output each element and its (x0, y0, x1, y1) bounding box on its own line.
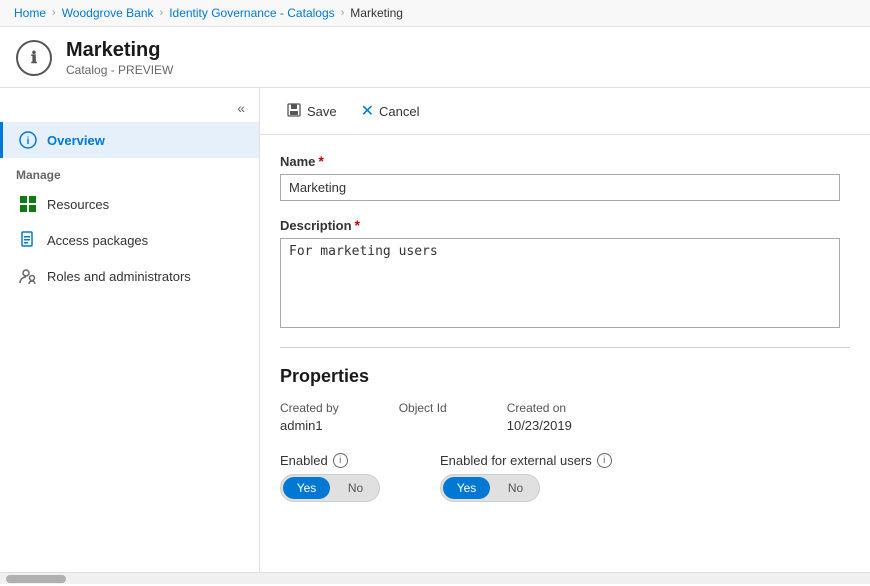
page-subtitle: Catalog - PREVIEW (66, 63, 173, 77)
breadcrumb-identity-governance[interactable]: Identity Governance - Catalogs (169, 6, 334, 20)
page-header-icon: ℹ (16, 40, 52, 76)
created-by-label: Created by (280, 401, 339, 415)
breadcrumb-woodgrove[interactable]: Woodgrove Bank (62, 6, 154, 20)
breadcrumb-sep-1: › (52, 7, 56, 19)
save-label: Save (307, 104, 337, 119)
created-on-value: 10/23/2019 (507, 418, 572, 433)
save-icon (286, 102, 302, 121)
info-icon: i (19, 131, 37, 149)
sidebar-section-manage: Manage (0, 158, 259, 186)
page-header: ℹ Marketing Catalog - PREVIEW (0, 27, 870, 88)
enabled-yes-option[interactable]: Yes (283, 477, 330, 499)
page-header-text: Marketing Catalog - PREVIEW (66, 39, 173, 77)
cancel-label: Cancel (379, 104, 419, 119)
enabled-label: Enabled i (280, 453, 380, 468)
sidebar-item-access-packages[interactable]: Access packages (0, 222, 259, 258)
toggles-row: Enabled i Yes No Enabled for external us… (280, 453, 850, 502)
properties-section: Properties Created by admin1 Object Id C… (280, 366, 850, 502)
name-required: * (318, 153, 323, 169)
created-on-property: Created on 10/23/2019 (507, 401, 572, 433)
scrollbar-thumb[interactable] (6, 575, 66, 583)
object-id-label: Object Id (399, 401, 447, 415)
name-field-group: Name * (280, 153, 850, 201)
sidebar-collapse: « (0, 92, 259, 122)
breadcrumb-home[interactable]: Home (14, 6, 46, 20)
sidebar: « i Overview Manage (0, 88, 260, 572)
page-title: Marketing (66, 39, 173, 62)
sidebar-item-overview[interactable]: i Overview (0, 122, 259, 158)
description-label: Description * (280, 217, 850, 233)
created-by-property: Created by admin1 (280, 401, 339, 433)
sidebar-item-access-packages-label: Access packages (47, 233, 148, 248)
external-label: Enabled for external users i (440, 453, 612, 468)
bottom-scrollbar[interactable] (0, 572, 870, 584)
toolbar: Save ✕ Cancel (260, 88, 870, 135)
sidebar-item-overview-label: Overview (47, 133, 105, 148)
sidebar-item-roles[interactable]: Roles and administrators (0, 258, 259, 294)
external-info-icon[interactable]: i (597, 453, 612, 468)
description-textarea[interactable]: For marketing users (280, 238, 840, 328)
props-grid: Created by admin1 Object Id Created on 1… (280, 401, 850, 433)
grid-icon (19, 195, 37, 213)
external-toggle[interactable]: Yes No (440, 474, 540, 502)
breadcrumb: Home › Woodgrove Bank › Identity Governa… (0, 0, 870, 27)
save-button[interactable]: Save (276, 97, 347, 126)
svg-text:i: i (27, 136, 30, 147)
sidebar-item-roles-label: Roles and administrators (47, 269, 191, 284)
enabled-toggle-group: Enabled i Yes No (280, 453, 380, 502)
content-area: Save ✕ Cancel Name * Description * (260, 88, 870, 572)
sidebar-item-resources-label: Resources (47, 197, 109, 212)
object-id-property: Object Id (399, 401, 447, 433)
doc-icon (19, 231, 37, 249)
external-toggle-group: Enabled for external users i Yes No (440, 453, 612, 502)
enabled-info-icon[interactable]: i (333, 453, 348, 468)
external-yes-option[interactable]: Yes (443, 477, 490, 499)
description-field-group: Description * For marketing users (280, 217, 850, 331)
form-area: Name * Description * For marketing users… (260, 135, 870, 520)
sidebar-collapse-button[interactable]: « (233, 98, 249, 118)
name-label: Name * (280, 153, 850, 169)
enabled-toggle[interactable]: Yes No (280, 474, 380, 502)
enabled-no-option[interactable]: No (332, 475, 379, 501)
created-on-label: Created on (507, 401, 572, 415)
cancel-button[interactable]: ✕ Cancel (351, 96, 430, 126)
description-required: * (355, 217, 360, 233)
name-input[interactable] (280, 174, 840, 201)
breadcrumb-sep-2: › (160, 7, 164, 19)
main-layout: « i Overview Manage (0, 88, 870, 572)
sidebar-item-resources[interactable]: Resources (0, 186, 259, 222)
cancel-icon: ✕ (361, 101, 374, 121)
breadcrumb-sep-3: › (341, 7, 345, 19)
properties-title: Properties (280, 366, 850, 387)
created-by-value: admin1 (280, 418, 339, 433)
person-icon (19, 267, 37, 285)
external-no-option[interactable]: No (492, 475, 539, 501)
breadcrumb-current: Marketing (350, 6, 403, 20)
section-divider (280, 347, 850, 348)
